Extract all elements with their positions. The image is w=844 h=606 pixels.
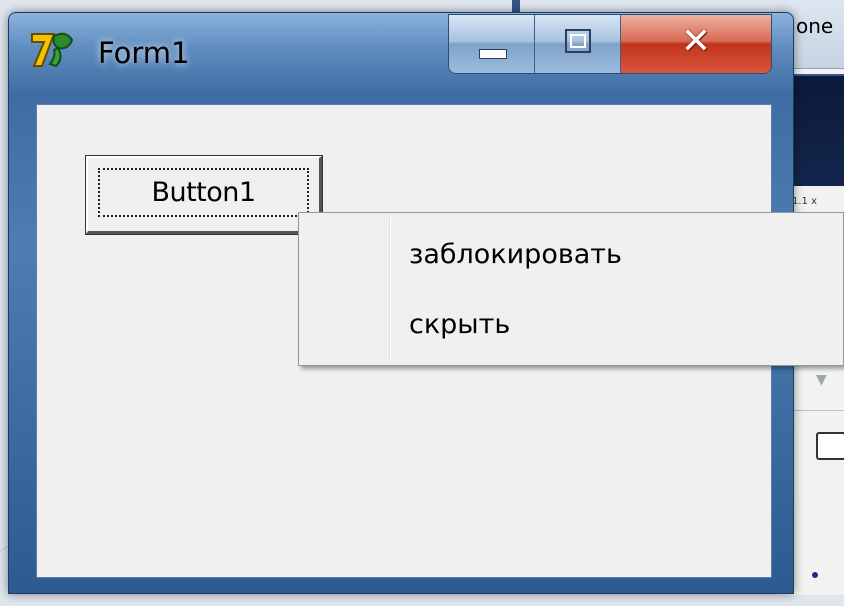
bullet-icon	[812, 572, 818, 578]
chevron-down-icon[interactable]: ▼	[816, 372, 827, 388]
window-title: Form1	[98, 36, 190, 70]
background-text: one	[796, 14, 834, 38]
context-menu: заблокировать скрыть	[298, 212, 844, 366]
minimize-icon	[479, 49, 507, 59]
close-button[interactable]: ✕	[621, 15, 771, 73]
maximize-button[interactable]	[535, 15, 621, 73]
menu-item-label: заблокировать	[409, 239, 622, 270]
close-icon: ✕	[680, 21, 712, 62]
menu-item-hide[interactable]: скрыть	[303, 295, 839, 355]
folder-icon[interactable]	[816, 432, 844, 460]
background-small-text: 1.1 x	[792, 196, 817, 207]
divider	[790, 410, 844, 411]
minimize-button[interactable]	[449, 15, 535, 73]
menu-item-block[interactable]: заблокировать	[303, 225, 839, 285]
menu-item-label: скрыть	[409, 309, 511, 340]
button1[interactable]: Button1	[85, 155, 323, 235]
caption-buttons: ✕	[448, 14, 772, 74]
delphi-helmet-icon[interactable]	[28, 28, 76, 70]
button1-label: Button1	[151, 177, 256, 208]
focus-rectangle: Button1	[98, 168, 309, 217]
maximize-icon	[565, 29, 591, 53]
